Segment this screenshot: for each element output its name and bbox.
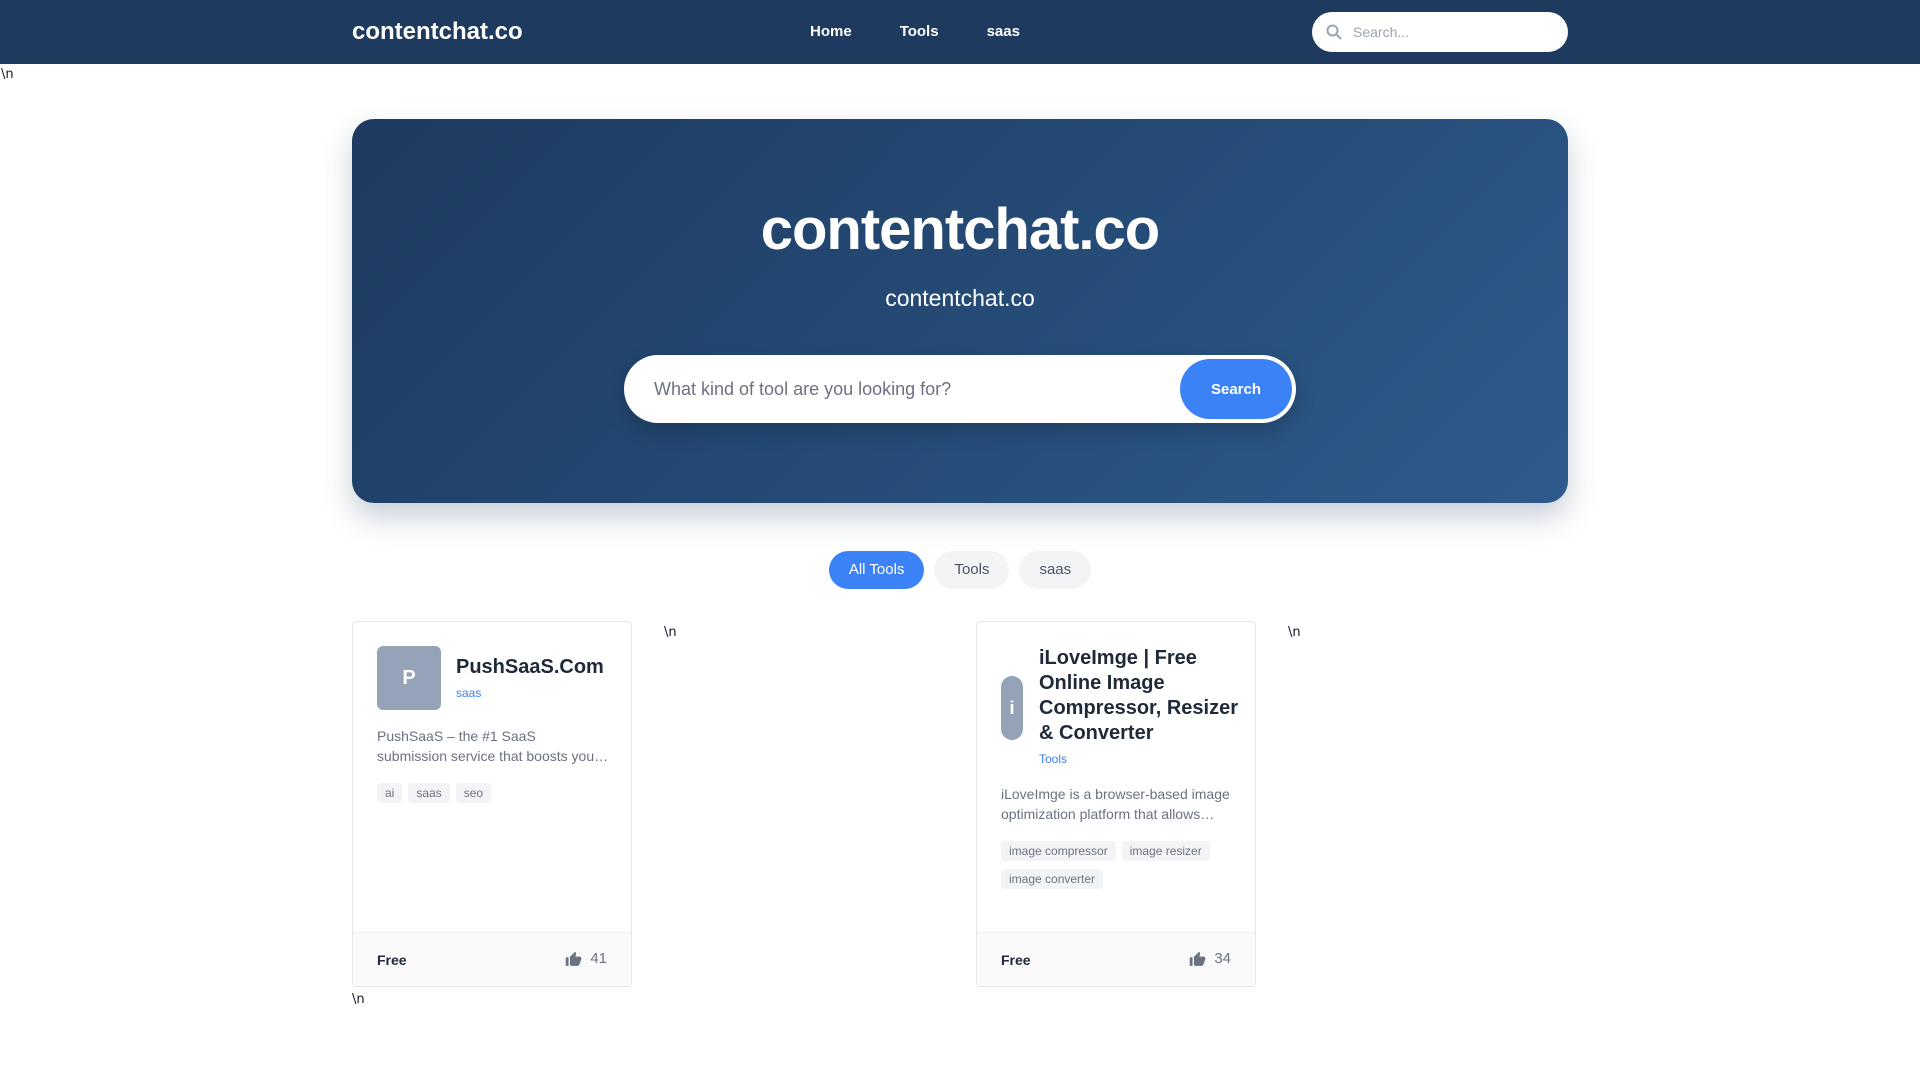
tool-title[interactable]: PushSaaS.Com xyxy=(456,655,622,680)
hero-subtitle: contentchat.co xyxy=(885,285,1035,311)
tool-tag[interactable]: saas xyxy=(408,783,450,803)
tool-card-pushsaas[interactable]: P PushSaaS.Com saas PushSaaS – the #1 Sa… xyxy=(352,621,632,987)
nav-search-box[interactable] xyxy=(1312,12,1568,52)
hero-search-input[interactable] xyxy=(652,373,1172,405)
stray-text: \n xyxy=(1,67,14,82)
stray-text: \n xyxy=(1288,625,1301,640)
nav-link-saas[interactable]: saas xyxy=(987,20,1020,44)
hero-search-box: Search xyxy=(624,355,1296,423)
like-button[interactable]: 41 xyxy=(565,949,607,969)
nav-link-tools[interactable]: Tools xyxy=(900,20,939,44)
thumbs-up-icon xyxy=(1190,951,1206,966)
thumbs-up-icon xyxy=(566,951,582,966)
price-label: Free xyxy=(377,952,407,968)
tool-avatar: i xyxy=(1001,676,1023,740)
tool-tag[interactable]: seo xyxy=(455,783,492,803)
tool-tags: image compressor image resizer image con… xyxy=(1001,841,1237,889)
filter-saas[interactable]: saas xyxy=(1019,551,1092,589)
tool-tag[interactable]: image compressor xyxy=(1001,841,1116,861)
tool-category[interactable]: saas xyxy=(456,686,481,700)
top-navbar: contentchat.co Home Tools saas xyxy=(0,0,1920,64)
tool-tag[interactable]: image converter xyxy=(1001,869,1104,889)
stray-text: \n xyxy=(664,625,677,640)
search-icon xyxy=(1326,24,1342,40)
tool-title[interactable]: iLoveImge | Free Online Image Compressor… xyxy=(1039,646,1249,746)
card-footer: Free 34 xyxy=(977,932,1255,986)
tool-avatar: P xyxy=(377,646,441,710)
nav-links: Home Tools saas xyxy=(810,20,1068,44)
hero-search-button[interactable]: Search xyxy=(1180,359,1292,419)
tool-description: iLoveImge is a browser-based image optim… xyxy=(1001,786,1230,822)
nav-link-home[interactable]: Home xyxy=(810,20,852,44)
tool-tag[interactable]: image resizer xyxy=(1121,841,1210,861)
hero-banner: contentchat.co contentchat.co Search xyxy=(352,119,1568,503)
like-count: 34 xyxy=(1214,950,1231,967)
filter-tools[interactable]: Tools xyxy=(934,551,1010,589)
stray-text: \n xyxy=(352,992,365,1007)
category-filters: All Tools Tools saas xyxy=(0,551,1920,589)
filter-all-tools[interactable]: All Tools xyxy=(828,551,925,589)
hero-title: contentchat.co xyxy=(760,197,1161,262)
like-count: 41 xyxy=(590,950,607,967)
tool-tags: ai saas seo xyxy=(377,783,613,803)
nav-search-input[interactable] xyxy=(1351,23,1551,41)
tool-description: PushSaaS – the #1 SaaS submission servic… xyxy=(377,728,599,764)
tool-tag[interactable]: ai xyxy=(377,783,403,803)
price-label: Free xyxy=(1001,952,1031,968)
card-footer: Free 41 xyxy=(353,932,631,986)
tool-category[interactable]: Tools xyxy=(1039,752,1067,766)
like-button[interactable]: 34 xyxy=(1189,949,1231,969)
tool-card-iloveimge[interactable]: i iLoveImge | Free Online Image Compress… xyxy=(976,621,1256,987)
brand-logo[interactable]: contentchat.co xyxy=(352,18,523,46)
